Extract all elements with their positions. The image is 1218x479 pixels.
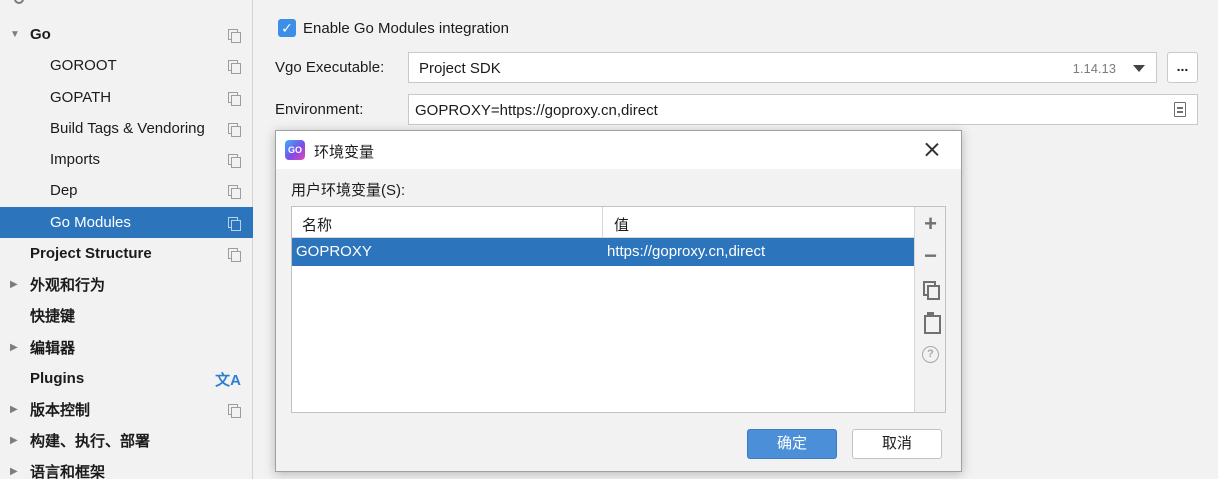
sidebar-item-build-execution[interactable]: ▶ 构建、执行、部署 — [0, 425, 253, 456]
row-value-cell[interactable]: https://goproxy.cn,direct — [607, 243, 765, 260]
sidebar-item-label: GOROOT — [50, 57, 117, 74]
chevron-right-icon[interactable]: ▶ — [10, 435, 18, 446]
sidebar-item-plugins[interactable]: Plugins 文A — [0, 363, 253, 394]
paste-icon[interactable] — [915, 306, 946, 334]
table-row[interactable]: GOPROXY https://goproxy.cn,direct — [292, 238, 914, 266]
browse-button[interactable]: ... — [1167, 52, 1198, 83]
remove-icon[interactable]: − — [915, 242, 946, 270]
sidebar-item-imports[interactable]: Imports — [0, 144, 253, 175]
chevron-right-icon[interactable]: ▶ — [10, 279, 18, 290]
vgo-executable-select[interactable]: Project SDK 1.14.13 — [408, 52, 1157, 83]
column-divider[interactable] — [602, 207, 603, 238]
project-scope-icon — [228, 154, 241, 168]
cancel-button[interactable]: 取消 — [852, 429, 942, 459]
sidebar-item-label: 快捷键 — [30, 308, 76, 325]
enable-go-modules-checkbox[interactable]: ✓ — [278, 19, 296, 37]
vgo-executable-value: Project SDK — [419, 60, 501, 77]
user-env-label: 用户环境变量(S): — [291, 182, 406, 199]
sidebar-item-keymap[interactable]: 快捷键 — [0, 300, 253, 331]
sdk-version: 1.14.13 — [1072, 61, 1116, 76]
dialog-title-bar[interactable]: GO 环境变量 — [276, 131, 961, 169]
project-scope-icon — [228, 60, 241, 74]
sidebar-item-label: GOPATH — [50, 89, 112, 106]
project-scope-icon — [228, 29, 241, 43]
sidebar-item-version-control[interactable]: ▶ 版本控制 — [0, 394, 253, 425]
project-scope-icon — [228, 248, 241, 262]
sidebar-item-project-structure[interactable]: Project Structure — [0, 238, 253, 269]
add-icon[interactable]: + — [915, 210, 946, 238]
sidebar-item-appearance[interactable]: ▶ 外观和行为 — [0, 269, 253, 300]
table-header: 名称 值 — [292, 207, 914, 238]
sidebar-item-go-modules[interactable]: Go Modules — [0, 207, 253, 238]
translate-icon: 文A — [215, 372, 241, 389]
sidebar-item-editor[interactable]: ▶ 编辑器 — [0, 332, 253, 363]
environment-label: Environment: — [275, 101, 364, 118]
ok-button[interactable]: 确定 — [747, 429, 837, 459]
help-button[interactable]: ? — [915, 340, 946, 368]
chevron-down-icon[interactable]: ▼ — [10, 29, 20, 40]
table-toolbar: + − ? — [914, 207, 945, 412]
edit-environment-icon[interactable] — [1174, 102, 1186, 117]
sidebar-item-gopath[interactable]: GOPATH — [0, 82, 253, 113]
close-icon[interactable] — [921, 139, 943, 161]
project-scope-icon — [228, 404, 241, 418]
sidebar-item-go[interactable]: ▼ Go — [0, 19, 253, 50]
row-name-cell[interactable]: GOPROXY — [296, 243, 372, 260]
sidebar-item-label: Build Tags & Vendoring — [50, 120, 205, 137]
sidebar-item-label: 版本控制 — [30, 402, 91, 419]
goland-icon: GO — [285, 140, 305, 160]
chevron-right-icon[interactable]: ▶ — [10, 342, 18, 353]
search-field[interactable] — [0, 0, 253, 8]
help-icon: ? — [922, 346, 939, 363]
column-header-value[interactable]: 值 — [614, 214, 629, 235]
project-scope-icon — [228, 123, 241, 137]
env-variables-table: 名称 值 GOPROXY https://goproxy.cn,direct +… — [291, 206, 946, 413]
sidebar-item-label: 编辑器 — [30, 340, 76, 357]
sidebar-item-label: Go Modules — [50, 214, 131, 231]
sidebar-item-goroot[interactable]: GOROOT — [0, 50, 253, 81]
environment-variables-dialog: GO 环境变量 用户环境变量(S): 名称 值 GOPROXY https://… — [275, 130, 962, 472]
sidebar-item-label: Project Structure — [30, 245, 152, 262]
sidebar-item-languages[interactable]: ▶ 语言和框架 — [0, 456, 253, 479]
vgo-executable-label: Vgo Executable: — [275, 59, 385, 76]
chevron-right-icon[interactable]: ▶ — [10, 404, 18, 415]
copy-icon[interactable] — [915, 274, 946, 302]
column-header-name[interactable]: 名称 — [302, 214, 332, 235]
project-scope-icon — [228, 217, 241, 231]
project-scope-icon — [228, 92, 241, 106]
sidebar-item-label: 语言和框架 — [30, 464, 106, 479]
enable-go-modules-label[interactable]: Enable Go Modules integration — [303, 20, 509, 37]
environment-value: GOPROXY=https://goproxy.cn,direct — [415, 102, 658, 119]
sidebar-item-label: 构建、执行、部署 — [30, 433, 151, 450]
sidebar-item-label: Imports — [50, 151, 101, 168]
project-scope-icon — [228, 185, 241, 199]
sidebar-item-label: Plugins — [30, 370, 85, 387]
settings-sidebar: ▼ Go GOROOT GOPATH Build Tags & Vendorin… — [0, 0, 253, 479]
search-icon — [14, 0, 24, 4]
sidebar-item-label: 外观和行为 — [30, 277, 106, 294]
sidebar-item-build-tags[interactable]: Build Tags & Vendoring — [0, 113, 253, 144]
chevron-right-icon[interactable]: ▶ — [10, 466, 18, 477]
dialog-title: 环境变量 — [314, 144, 375, 161]
chevron-down-icon — [1133, 65, 1145, 72]
environment-input[interactable]: GOPROXY=https://goproxy.cn,direct — [408, 94, 1198, 125]
sidebar-item-label: Dep — [50, 182, 78, 199]
sidebar-item-dep[interactable]: Dep — [0, 175, 253, 206]
sidebar-item-label: Go — [30, 26, 51, 43]
